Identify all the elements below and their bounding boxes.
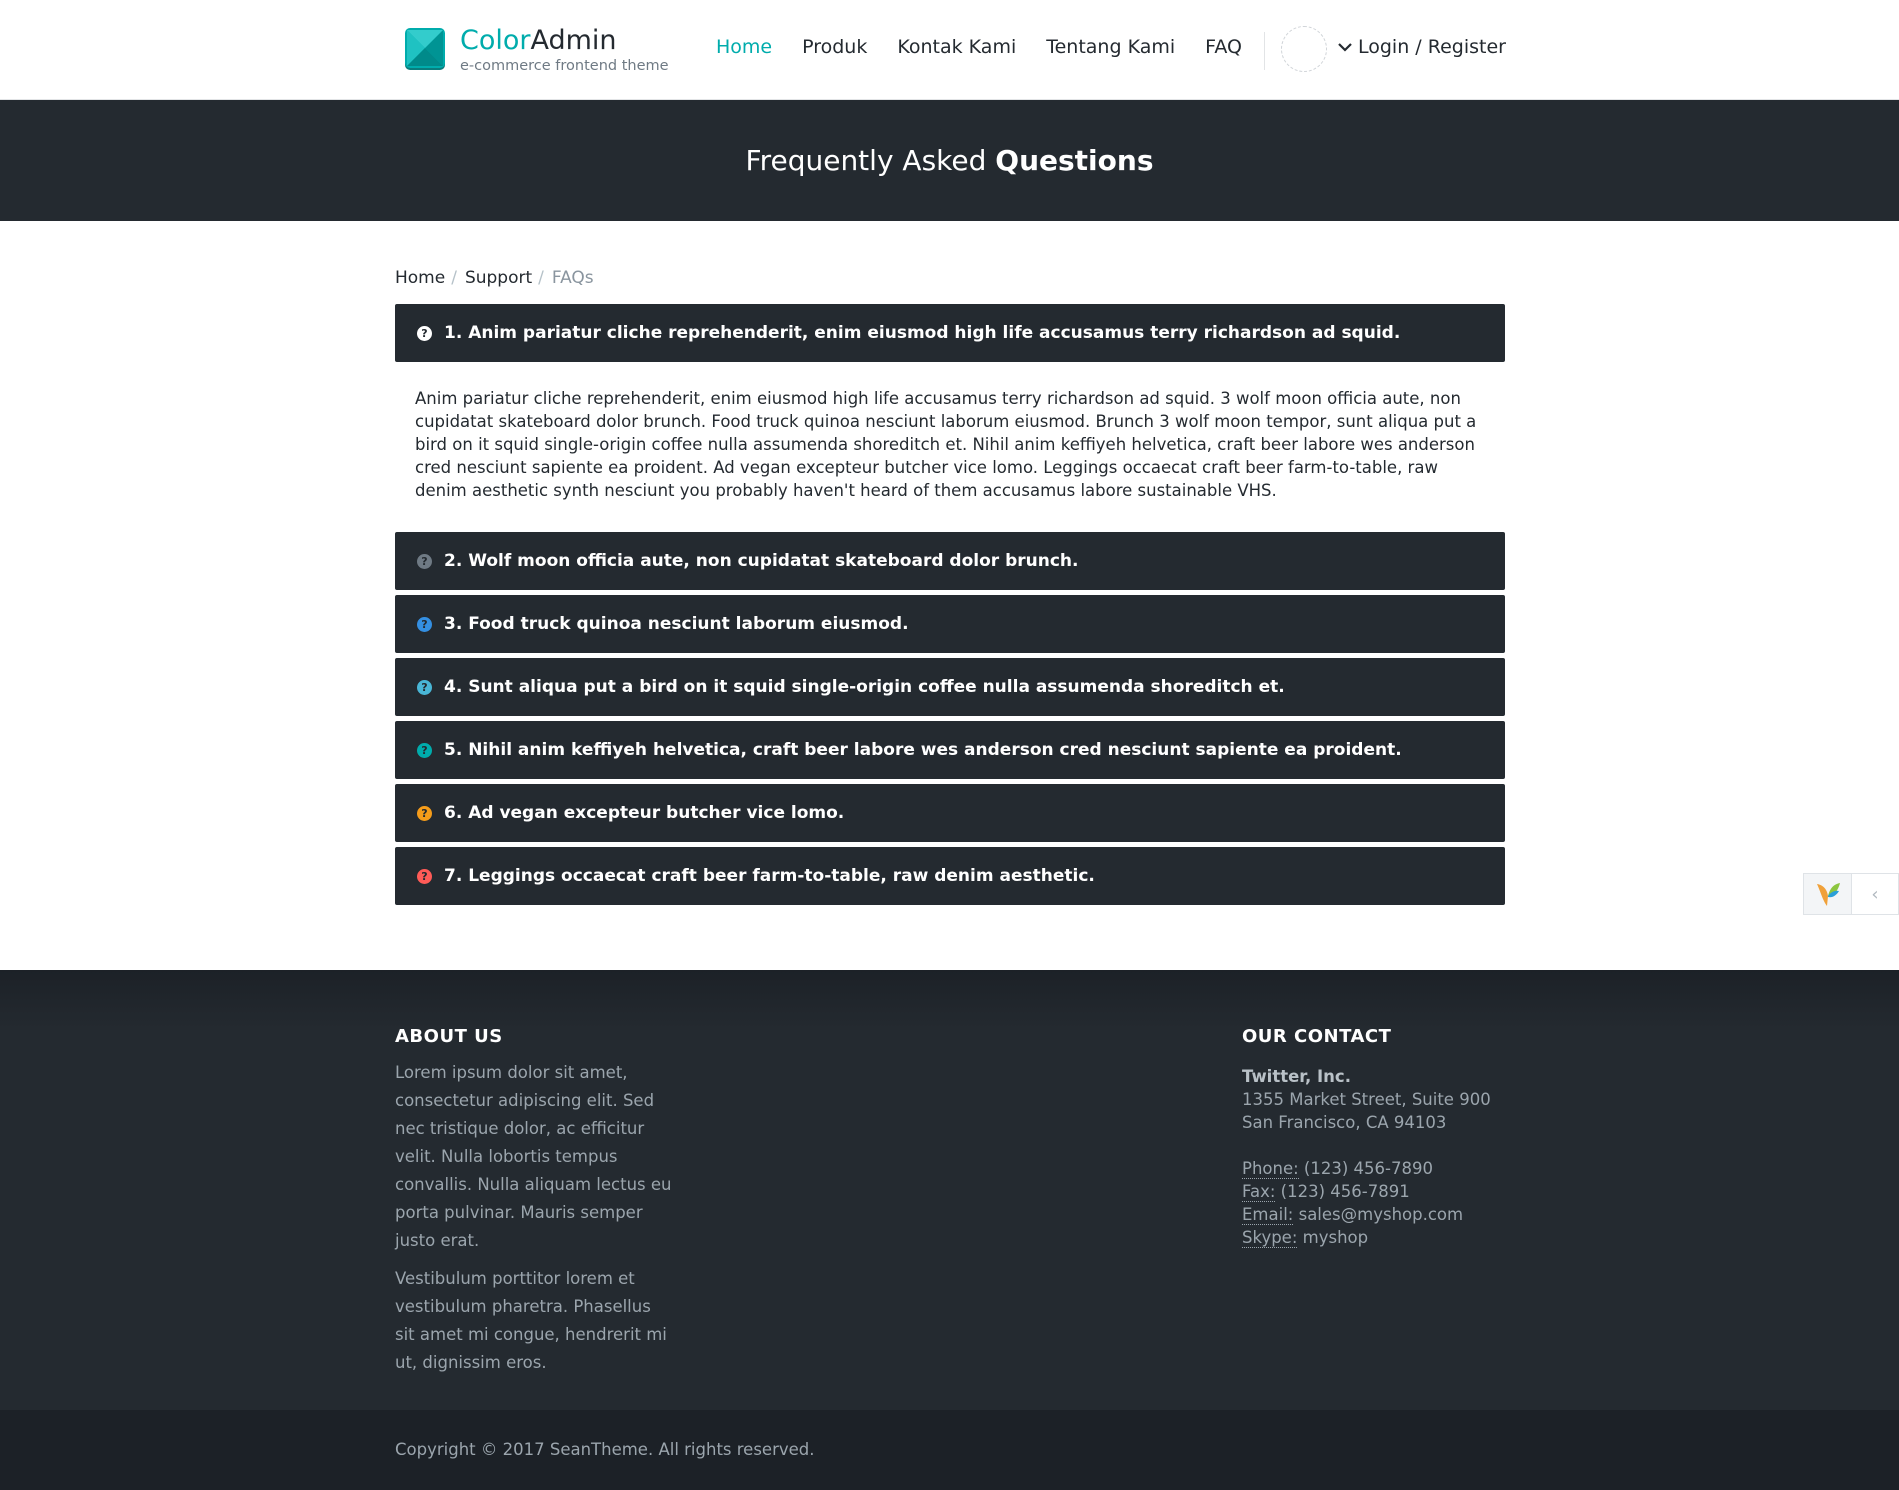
nav-item-kontak-kami[interactable]: Kontak Kami (897, 36, 1016, 58)
footer-contact: OUR CONTACT Twitter, Inc. 1355 Market St… (1242, 1026, 1562, 1249)
breadcrumb-current: FAQs (551, 268, 594, 288)
chevron-down-icon (1338, 43, 1352, 52)
footer-about-heading: ABOUT US (395, 1026, 503, 1047)
faq-question-4[interactable]: ? 4. Sunt aliqua put a bird on it squid … (395, 658, 1505, 716)
brand-name: ColorAdmin (460, 25, 669, 56)
question-circle-icon: ? (417, 805, 432, 821)
contact-address: Twitter, Inc. 1355 Market Street, Suite … (1242, 1065, 1562, 1249)
faq-question-text: 1. Anim pariatur cliche reprehenderit, e… (444, 323, 1401, 343)
brand-name-accent: Color (460, 25, 531, 56)
nav-item-faq[interactable]: FAQ (1205, 36, 1242, 58)
breadcrumb-home[interactable]: Home (395, 268, 445, 288)
contact-phone-label: Phone: (1242, 1159, 1299, 1179)
faq-question-1[interactable]: ? 1. Anim pariatur cliche reprehenderit,… (395, 304, 1505, 362)
question-circle-icon: ? (417, 679, 432, 695)
yii-logo-icon[interactable] (1804, 874, 1852, 914)
faq-question-text: 6. Ad vegan excepteur butcher vice lomo. (444, 803, 845, 823)
question-circle-icon: ? (417, 616, 432, 632)
contact-skype-label: Skype: (1242, 1228, 1298, 1248)
contact-skype-link[interactable]: myshop (1303, 1228, 1368, 1247)
debug-toolbar-widget: ‹ (1803, 873, 1899, 915)
faq-question-text: 4. Sunt aliqua put a bird on it squid si… (444, 677, 1285, 697)
breadcrumb: Home / Support / FAQs (395, 268, 594, 288)
footer-about-text: Lorem ipsum dolor sit amet, consectetur … (395, 1063, 672, 1250)
breadcrumb-support[interactable]: Support (465, 268, 532, 288)
question-circle-icon: ? (417, 742, 432, 758)
faq-question-5[interactable]: ? 5. Nihil anim keffiyeh helvetica, craf… (395, 721, 1505, 779)
main-nav: Home Produk Kontak Kami Tentang Kami FAQ (716, 36, 1272, 58)
faq-question-text: 3. Food truck quinoa nesciunt laborum ei… (444, 614, 909, 634)
nav-divider (1264, 32, 1265, 70)
brand-name-rest: Admin (530, 25, 617, 56)
contact-address-line: 1355 Market Street, Suite 900 (1242, 1090, 1491, 1109)
footer-about: ABOUT US Lorem ipsum dolor sit amet, con… (395, 1026, 675, 1377)
footer-contact-heading: OUR CONTACT (1242, 1026, 1392, 1047)
faq-question-7[interactable]: ? 7. Leggings occaecat craft beer farm-t… (395, 847, 1505, 905)
nav-item-tentang-kami[interactable]: Tentang Kami (1046, 36, 1175, 58)
question-circle-icon: ? (417, 868, 432, 884)
nav-item-home[interactable]: Home (716, 36, 772, 58)
breadcrumb-separator: / (538, 268, 544, 288)
contact-email-label: Email: (1242, 1205, 1294, 1225)
question-circle-icon: ? (417, 325, 432, 341)
breadcrumb-separator: / (451, 268, 457, 288)
page-title: Frequently Asked Questions (746, 144, 1154, 177)
user-avatar[interactable] (1281, 26, 1327, 72)
contact-email-link[interactable]: sales@myshop.com (1299, 1205, 1463, 1224)
faq-question-text: 7. Leggings occaecat craft beer farm-to-… (444, 866, 1095, 886)
site-footer: ABOUT US Lorem ipsum dolor sit amet, con… (0, 970, 1899, 1410)
faq-accordion: ? 1. Anim pariatur cliche reprehenderit,… (395, 304, 1505, 910)
faq-question-6[interactable]: ? 6. Ad vegan excepteur butcher vice lom… (395, 784, 1505, 842)
copyright-text: Copyright © 2017 SeanTheme. All rights r… (395, 1440, 815, 1459)
contact-address-line: San Francisco, CA 94103 (1242, 1113, 1447, 1132)
page-title-bold: Questions (995, 144, 1154, 177)
contact-fax-label: Fax: (1242, 1182, 1276, 1202)
login-register-link[interactable]: Login / Register (1338, 36, 1506, 58)
faq-question-2[interactable]: ? 2. Wolf moon officia aute, non cupidat… (395, 532, 1505, 590)
footer-about-text: Vestibulum porttitor lorem et vestibulum… (395, 1269, 667, 1372)
faq-answer-1: Anim pariatur cliche reprehenderit, enim… (415, 389, 1477, 500)
login-register-label: Login / Register (1358, 36, 1506, 58)
brand-tagline: e-commerce frontend theme (460, 58, 669, 74)
question-circle-icon: ? (417, 553, 432, 569)
page-title-band: Frequently Asked Questions (0, 100, 1899, 221)
faq-question-3[interactable]: ? 3. Food truck quinoa nesciunt laborum … (395, 595, 1505, 653)
site-header: ColorAdmin e-commerce frontend theme Hom… (0, 0, 1899, 100)
copyright-bar: Copyright © 2017 SeanTheme. All rights r… (0, 1410, 1899, 1490)
chevron-left-icon[interactable]: ‹ (1852, 874, 1898, 914)
contact-phone: (123) 456-7890 (1303, 1159, 1433, 1178)
faq-question-text: 2. Wolf moon officia aute, non cupidatat… (444, 551, 1079, 571)
contact-fax: (123) 456-7891 (1280, 1182, 1410, 1201)
brand-logo-icon (405, 28, 445, 70)
faq-question-text: 5. Nihil anim keffiyeh helvetica, craft … (444, 740, 1402, 760)
nav-item-produk[interactable]: Produk (802, 36, 867, 58)
brand[interactable]: ColorAdmin e-commerce frontend theme (404, 25, 669, 74)
page-title-light: Frequently Asked (745, 144, 987, 177)
contact-company: Twitter, Inc. (1242, 1067, 1351, 1086)
